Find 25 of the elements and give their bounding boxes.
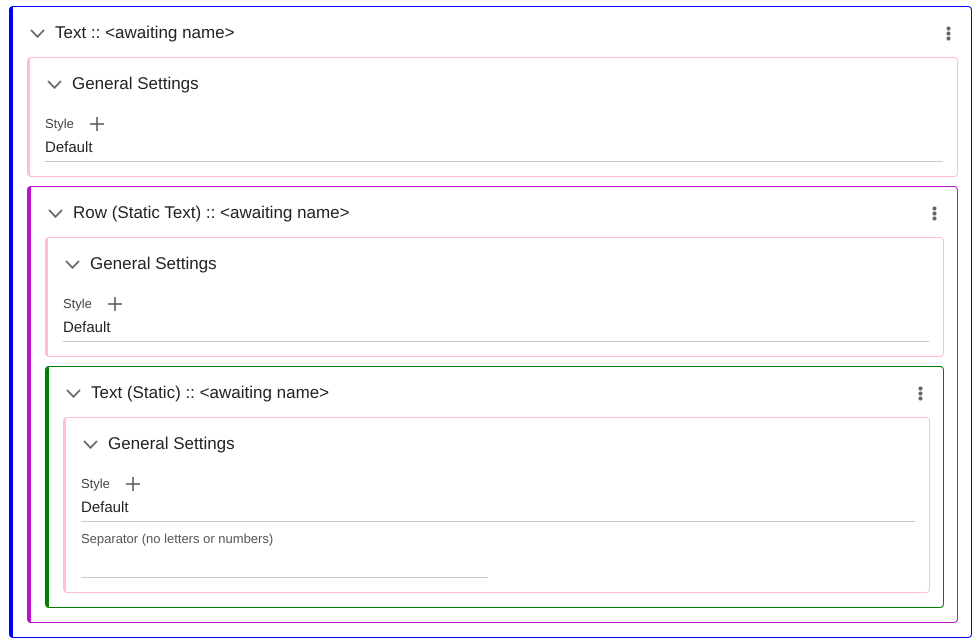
- more-menu-icon[interactable]: [918, 386, 923, 400]
- style-field[interactable]: Default: [63, 318, 929, 342]
- more-menu-icon[interactable]: [932, 206, 937, 220]
- chevron-down-icon[interactable]: [66, 388, 81, 398]
- field-label: Style: [81, 475, 110, 493]
- chevron-down-icon[interactable]: [47, 80, 62, 88]
- more-menu-icon[interactable]: [946, 26, 951, 40]
- chevron-down-icon[interactable]: [48, 208, 63, 218]
- field-label: Separator (no letters or numbers): [81, 530, 274, 548]
- field-label: Style: [63, 295, 92, 313]
- chevron-down-icon[interactable]: [30, 28, 45, 38]
- style-field[interactable]: Default: [81, 498, 915, 522]
- plus-icon[interactable]: [108, 297, 122, 311]
- panel-title: Text (Static) :: <awaiting name>: [91, 383, 330, 403]
- plus-icon[interactable]: [90, 117, 104, 131]
- section-title: General Settings: [108, 434, 235, 454]
- chevron-down-icon[interactable]: [65, 260, 80, 268]
- style-field[interactable]: Default: [45, 138, 943, 162]
- chevron-down-icon[interactable]: [83, 440, 98, 448]
- section-title: General Settings: [72, 74, 199, 94]
- panel-title: Text :: <awaiting name>: [55, 23, 236, 43]
- section-title: General Settings: [90, 254, 217, 274]
- field-label: Style: [45, 115, 74, 133]
- plus-icon[interactable]: [126, 477, 140, 491]
- panel-title: Row (Static Text) :: <awaiting name>: [73, 203, 351, 223]
